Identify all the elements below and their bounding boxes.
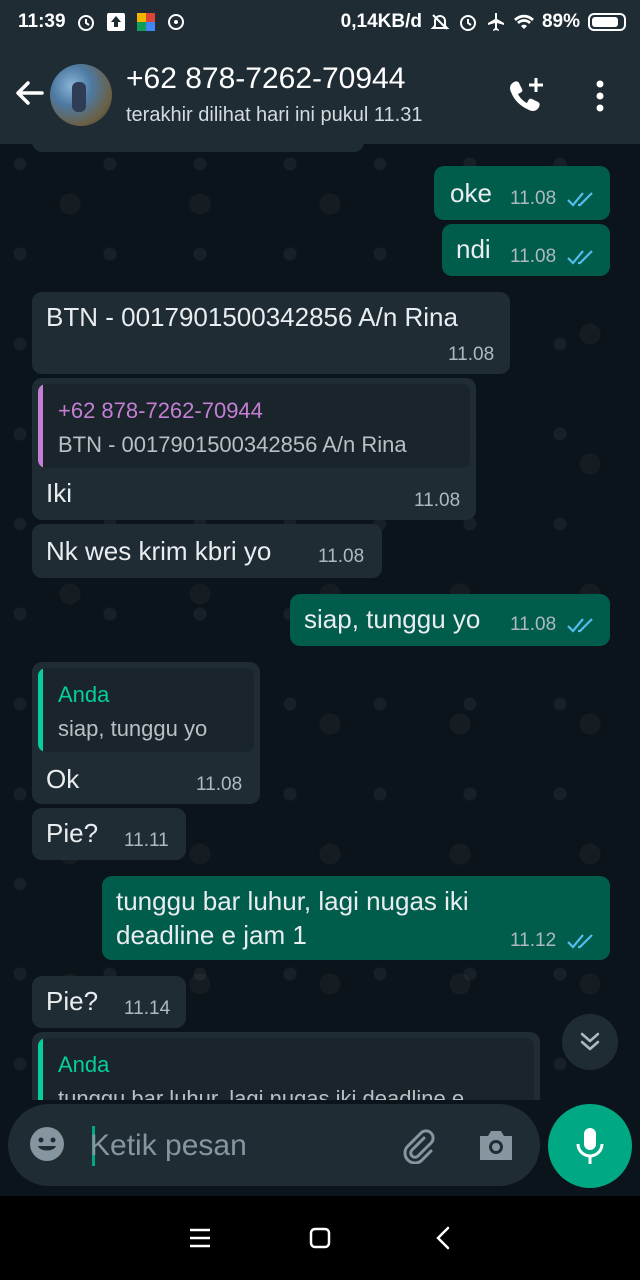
read-receipt-icon bbox=[567, 192, 593, 207]
alarm-icon bbox=[459, 15, 476, 31]
status-bar: 11:39 0,14KB/d 89% bbox=[0, 0, 640, 44]
contact-name[interactable]: +62 878-7262-70944 bbox=[126, 62, 405, 96]
back-nav-icon[interactable] bbox=[426, 1220, 462, 1256]
quote-accent-bar bbox=[38, 1038, 43, 1100]
battery-icon bbox=[588, 13, 626, 31]
message-text: Nk wes krim kbri yo bbox=[46, 536, 272, 566]
camera-icon[interactable] bbox=[476, 1126, 516, 1164]
message-bubble-outgoing[interactable]: siap, tunggu yo 11.08 bbox=[290, 594, 610, 646]
message-bubble-partial bbox=[32, 144, 364, 152]
message-bubble-incoming[interactable]: Pie? 11.14 bbox=[32, 976, 186, 1028]
contact-avatar[interactable] bbox=[50, 64, 112, 126]
wifi-icon bbox=[513, 14, 534, 29]
message-bubble-incoming[interactable]: BTN - 0017901500342856 A/n Rina 11.08 bbox=[32, 292, 510, 374]
quote-author: Anda bbox=[58, 682, 110, 707]
last-seen-status: terakhir dilihat hari ini pukul 11.31 bbox=[126, 104, 423, 126]
quoted-message[interactable]: Anda siap, tunggu yo bbox=[38, 668, 254, 752]
message-bubble-outgoing[interactable]: oke 11.08 bbox=[434, 166, 610, 220]
message-text: Pie? bbox=[46, 818, 99, 848]
message-time: 11.08 bbox=[510, 188, 557, 209]
message-bubble-incoming-reply[interactable]: Anda tunggu bar luhur, lagi nugas iki de… bbox=[32, 1032, 540, 1100]
message-text: BTN - 0017901500342856 A/n Rina bbox=[46, 302, 458, 332]
message-text: ndi bbox=[456, 234, 491, 264]
read-receipt-icon bbox=[567, 934, 593, 949]
recent-apps-icon[interactable] bbox=[182, 1220, 218, 1256]
back-arrow-icon[interactable] bbox=[12, 76, 46, 110]
system-navigation-bar bbox=[0, 1196, 640, 1280]
quote-text: siap, tunggu yo bbox=[58, 716, 208, 741]
battery-percent: 89% bbox=[541, 11, 580, 32]
alarm-icon bbox=[77, 15, 94, 31]
quote-text: tunggu bar luhur, lagi nugas iki deadlin… bbox=[58, 1086, 465, 1100]
message-text-line2: deadline e jam 1 bbox=[116, 920, 307, 950]
message-bubble-incoming[interactable]: Pie? 11.11 bbox=[32, 808, 186, 860]
home-icon[interactable] bbox=[302, 1220, 338, 1256]
chat-bubble-icon bbox=[167, 14, 184, 30]
quote-text: BTN - 0017901500342856 A/n Rina bbox=[58, 432, 407, 457]
message-text: Ok bbox=[46, 764, 80, 794]
message-time: 11.08 bbox=[510, 246, 557, 267]
message-time: 11.08 bbox=[318, 546, 365, 567]
double-chevron-down-icon bbox=[580, 1032, 600, 1051]
message-text: siap, tunggu yo bbox=[304, 604, 481, 634]
message-time: 11.08 bbox=[196, 774, 243, 795]
message-time: 11.08 bbox=[510, 614, 557, 635]
microphone-icon bbox=[576, 1128, 604, 1164]
scroll-to-bottom-button[interactable] bbox=[562, 1014, 618, 1070]
chat-header: +62 878-7262-70944 terakhir dilihat hari… bbox=[0, 44, 640, 144]
emoji-icon[interactable] bbox=[28, 1125, 66, 1163]
quote-author: Anda bbox=[58, 1052, 110, 1077]
message-bubble-incoming-reply[interactable]: +62 878-7262-70944 BTN - 001790150034285… bbox=[32, 378, 476, 520]
status-time: 11:39 bbox=[18, 11, 66, 32]
chat-messages-area[interactable]: oke 11.08 ndi 11.08 BTN - 00179015003428… bbox=[0, 144, 640, 1100]
message-bubble-outgoing[interactable]: tunggu bar luhur, lagi nugas iki deadlin… bbox=[102, 876, 610, 960]
message-bubble-outgoing[interactable]: ndi 11.08 bbox=[442, 224, 610, 276]
quoted-message[interactable]: Anda tunggu bar luhur, lagi nugas iki de… bbox=[38, 1038, 534, 1100]
quote-author: +62 878-7262-70944 bbox=[58, 398, 263, 423]
message-time: 11.14 bbox=[124, 998, 171, 1019]
upload-icon bbox=[106, 13, 125, 31]
gallery-app-icon bbox=[136, 13, 155, 31]
message-text: Pie? bbox=[46, 986, 99, 1016]
more-options-icon[interactable] bbox=[588, 78, 612, 114]
read-receipt-icon bbox=[567, 250, 593, 265]
message-time: 11.08 bbox=[448, 344, 495, 365]
message-time: 11.12 bbox=[510, 930, 557, 951]
paperclip-icon[interactable] bbox=[398, 1126, 436, 1164]
quote-accent-bar bbox=[38, 668, 43, 752]
message-time: 11.08 bbox=[414, 490, 461, 511]
read-receipt-icon bbox=[567, 618, 593, 633]
call-add-icon[interactable] bbox=[506, 76, 546, 116]
message-input[interactable] bbox=[88, 1122, 382, 1170]
message-text-line1: tunggu bar luhur, lagi nugas iki bbox=[116, 886, 469, 916]
message-composer bbox=[8, 1104, 540, 1186]
message-text: Iki bbox=[46, 478, 72, 508]
network-speed: 0,14KB/d bbox=[340, 11, 422, 32]
voice-record-button[interactable] bbox=[548, 1104, 632, 1188]
mute-icon bbox=[430, 14, 450, 30]
airplane-mode-icon bbox=[487, 13, 504, 31]
message-bubble-incoming[interactable]: Nk wes krim kbri yo 11.08 bbox=[32, 524, 382, 578]
message-bubble-incoming-reply[interactable]: Anda siap, tunggu yo Ok 11.08 bbox=[32, 662, 260, 804]
message-text: oke bbox=[450, 178, 492, 208]
quoted-message[interactable]: +62 878-7262-70944 BTN - 001790150034285… bbox=[38, 384, 470, 468]
quote-accent-bar bbox=[38, 384, 43, 468]
message-time: 11.11 bbox=[124, 830, 169, 851]
